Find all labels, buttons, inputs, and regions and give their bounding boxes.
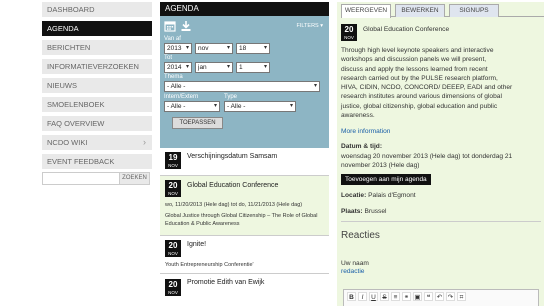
event-item[interactable]: 20 NOV Promotie Edith van Ewijk (160, 274, 329, 296)
event-title[interactable]: Promotie Edith van Ewijk (187, 279, 264, 286)
undo-icon[interactable]: ↶ (435, 292, 444, 301)
type-select[interactable]: - Alle - (224, 101, 296, 112)
tab-signups[interactable]: SIGNUPS (449, 4, 499, 17)
divider (341, 221, 541, 222)
redo-icon[interactable]: ↷ (446, 292, 455, 301)
event-title[interactable]: Global Education Conference (187, 182, 278, 189)
sidebar-item-dashboard[interactable]: Dashboard (42, 2, 152, 17)
event-description: Youth Entrepreneurship Conferentie' (165, 262, 254, 268)
sidebar-item-label: Berichten (47, 43, 91, 52)
tot-month-select[interactable]: jan (195, 62, 233, 73)
date-badge: 20 NOV (165, 279, 181, 296)
calendar-icon[interactable] (164, 20, 176, 32)
apply-button[interactable]: TOEPASSEN (172, 117, 223, 129)
sidebar-item-agenda[interactable]: Agenda (42, 21, 152, 36)
chevron-right-icon: › (143, 137, 146, 147)
thema-label: Thema (164, 74, 183, 80)
detail-tabs: WEERGEVEN BEWERKEN SIGNUPS (341, 2, 544, 18)
date-badge: 20 NOV (165, 240, 181, 257)
editor-toolbar: B I U S ≡ ⚭ ▣ ❝ ↶ ↷ ⌗ (344, 290, 538, 303)
event-title[interactable]: Ignite! (187, 241, 206, 248)
link-icon[interactable]: ⚭ (402, 292, 411, 301)
type-label: Type (224, 94, 238, 100)
tot-year-select[interactable]: 2014 (164, 62, 192, 73)
sidebar-item-label: Informatieverzoeken (47, 62, 139, 71)
list-icon[interactable]: ≡ (391, 292, 400, 301)
event-item[interactable]: 20 NOV Ignite! Youth Entrepreneurship Co… (160, 236, 329, 274)
date-value: woensdag 20 november 2013 (Hele dag) tot… (341, 153, 513, 170)
tab-bewerken[interactable]: BEWERKEN (395, 4, 445, 17)
sidebar-item-label: Dashboard (47, 5, 95, 14)
van-year-select[interactable]: 2013 (164, 43, 192, 54)
download-icon[interactable] (180, 20, 192, 32)
sidebar-item-faq[interactable]: FAQ Overview (42, 116, 152, 131)
underline-icon[interactable]: U (369, 292, 378, 301)
detail-title: Global Education Conference (363, 26, 450, 33)
tot-label: Tot (164, 55, 173, 61)
sidebar-search: ZOEKEN (42, 172, 152, 185)
van-day-select[interactable]: 18 (236, 43, 270, 54)
date-badge: 20 NOV (165, 180, 181, 197)
agenda-column: AGENDA FILTERS ▾ Van af 2013 nov 18 Tot … (160, 2, 329, 306)
filter-panel: FILTERS ▾ Van af 2013 nov 18 Tot 2014 ja… (160, 16, 329, 148)
source-icon[interactable]: ⌗ (457, 292, 466, 301)
sidebar-item-smoelenboek[interactable]: Smoelenboek (42, 97, 152, 112)
event-title[interactable]: Verschijningsdatum Samsam (187, 153, 277, 160)
sidebar-item-event-feedback[interactable]: Event Feedback (42, 154, 152, 169)
van-month-select[interactable]: nov (195, 43, 233, 54)
event-item[interactable]: 19 NOV Verschijningsdatum Samsam (160, 148, 329, 176)
filters-toggle[interactable]: FILTERS ▾ (297, 23, 324, 29)
thema-select[interactable]: - Alle - (164, 81, 320, 92)
tot-day-select[interactable]: 1 (236, 62, 270, 73)
sidebar-item-label: Event Feedback (47, 157, 115, 166)
strikethrough-icon[interactable]: S (380, 292, 389, 301)
search-input[interactable] (42, 172, 120, 185)
sidebar-item-label: Nieuws (47, 81, 77, 90)
intern-extern-label: Intern/Extern (164, 94, 199, 100)
sidebar-item-label: Agenda (47, 24, 79, 33)
sidebar-item-berichten[interactable]: Berichten (42, 40, 152, 55)
quote-icon[interactable]: ❝ (424, 292, 433, 301)
tab-weergeven[interactable]: WEERGEVEN (341, 4, 391, 18)
sidebar-item-ncdo-wiki[interactable]: NCDO Wiki › (42, 135, 152, 150)
agenda-header: AGENDA (160, 2, 329, 16)
event-item[interactable]: 20 NOV Global Education Conference wo, 1… (160, 176, 329, 236)
event-dates: wo, 11/20/2013 (Hele dag) tot do, 11/21/… (165, 202, 303, 208)
plaats-row: Plaats: Brussel (341, 208, 387, 215)
search-button[interactable]: ZOEKEN (120, 172, 150, 185)
sidebar-item-label: FAQ Overview (47, 119, 105, 128)
sidebar-item-nieuws[interactable]: Nieuws (42, 78, 152, 93)
event-description: Education & Public Awareness (165, 220, 240, 227)
event-detail-panel: WEERGEVEN BEWERKEN SIGNUPS 20 NOV Global… (337, 2, 544, 306)
comment-editor[interactable]: B I U S ≡ ⚭ ▣ ❝ ↶ ↷ ⌗ (343, 289, 539, 306)
detail-description: Through high level keynote speakers and … (341, 47, 513, 120)
comments-heading: Reacties (341, 230, 380, 241)
event-description: Global Justice through Global Citizenshi… (165, 213, 318, 219)
italic-icon[interactable]: I (358, 292, 367, 301)
author-link[interactable]: redactie (341, 267, 541, 276)
bold-icon[interactable]: B (347, 292, 356, 301)
van-label: Van af (164, 36, 181, 42)
sidebar-item-label: Smoelenboek (47, 100, 105, 109)
image-icon[interactable]: ▣ (413, 292, 422, 301)
date-label: Datum & tijd: (341, 143, 383, 150)
date-badge: 20 NOV (341, 24, 357, 41)
locatie-row: Locatie: Palais d'Egmont (341, 192, 416, 199)
add-to-agenda-button[interactable]: Toevoegen aan mijn agenda (341, 174, 431, 185)
intern-extern-select[interactable]: - Alle - (164, 101, 220, 112)
sidebar-item-label: NCDO Wiki (47, 138, 88, 147)
sidebar-nav: Dashboard Agenda Berichten Informatiever… (42, 2, 152, 185)
more-information-link[interactable]: More information (341, 127, 541, 136)
sidebar-item-informatieverzoeken[interactable]: Informatieverzoeken (42, 59, 152, 74)
date-badge: 19 NOV (165, 152, 181, 169)
